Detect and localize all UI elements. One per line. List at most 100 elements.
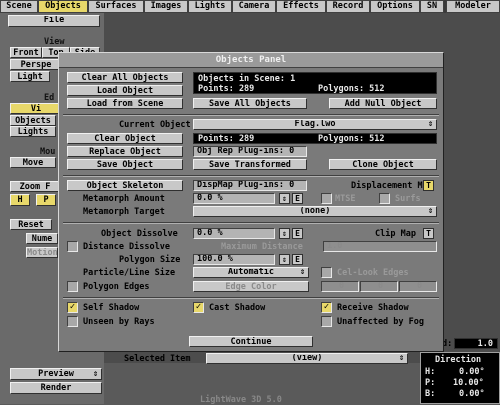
metamorph-envelope-button[interactable]: E (292, 193, 303, 204)
tab-bar: Scene Objects Surfaces Images Lights Cam… (0, 0, 500, 13)
edge-color-b[interactable]: 0 (399, 281, 437, 292)
dropdown-arrow-icon: ⇕ (398, 353, 404, 363)
light-view-button[interactable]: Light (10, 71, 50, 82)
p-toggle[interactable]: P (36, 194, 56, 206)
objects-in-scene: Objects in Scene: 1 (198, 74, 296, 84)
unaffected-by-fog-checkbox[interactable] (321, 316, 332, 327)
save-object-button[interactable]: Save Object (67, 159, 183, 170)
self-shadow-label: Self Shadow (83, 303, 140, 313)
grid-value[interactable]: 1.0 (454, 338, 498, 349)
edge-color-g[interactable]: 0 (360, 281, 398, 292)
tab-camera[interactable]: Camera (232, 0, 276, 13)
tab-options[interactable]: Options (370, 0, 420, 13)
dropdown-arrow-icon: ⇕ (427, 119, 433, 129)
polygon-edges-checkbox[interactable] (67, 281, 78, 292)
distance-dissolve-checkbox[interactable] (67, 241, 78, 252)
object-skeleton-button[interactable]: Object Skeleton (67, 180, 183, 191)
clip-map-texture-button[interactable]: T (423, 228, 434, 239)
cast-shadow-label: Cast Shadow (209, 303, 266, 313)
selected-item-dropdown[interactable]: (view) ⇕ (206, 353, 408, 364)
metamorph-amount-field[interactable]: 0.0 % (193, 193, 275, 204)
motion-button[interactable]: Motion (26, 247, 58, 258)
object-dissolve-field[interactable]: 0.0 % (193, 228, 275, 239)
separator (63, 114, 439, 116)
metamorph-target-value: (none) (299, 206, 331, 216)
clone-object-button[interactable]: Clone Object (329, 159, 437, 170)
mtse-label: MTSE (335, 194, 356, 204)
lights-button[interactable]: Lights (10, 126, 56, 137)
replace-object-button[interactable]: Replace Object (67, 146, 183, 157)
direction-readout: Direction H: 0.00° P: 10.00° B: 0.00° (420, 352, 500, 404)
polygon-size-envelope-button[interactable]: E (292, 254, 303, 265)
load-object-button[interactable]: Load Object (67, 85, 183, 96)
clear-all-objects-button[interactable]: Clear All Objects (67, 72, 183, 83)
metamorph-stepper-icon[interactable]: ⇕ (279, 193, 290, 204)
particle-line-size-label: Particle/Line Size (83, 268, 176, 278)
surfs-checkbox[interactable] (379, 193, 390, 204)
direction-h-value: 0.00° (459, 367, 485, 377)
cel-look-edges-checkbox[interactable] (321, 267, 332, 278)
mouse-label: Mou (40, 147, 56, 157)
continue-button[interactable]: Continue (189, 336, 313, 347)
object-polygons: Polygons: 512 (318, 134, 385, 144)
h-toggle[interactable]: H (10, 194, 30, 206)
unseen-by-rays-checkbox[interactable] (67, 316, 78, 327)
view-label: View (44, 37, 65, 47)
dissolve-envelope-button[interactable]: E (292, 228, 303, 239)
dropdown-arrow-icon: ⇕ (427, 206, 433, 216)
clear-object-button[interactable]: Clear Object (67, 133, 183, 144)
tab-scene[interactable]: Scene (0, 0, 38, 13)
displacement-map-label: Displacement Map (351, 181, 433, 191)
metamorph-target-dropdown[interactable]: (none) ⇕ (193, 206, 437, 217)
reset-button[interactable]: Reset (10, 219, 52, 230)
dispmap-plugins-field[interactable]: DispMap Plug-ins: 0 (193, 180, 307, 191)
move-button[interactable]: Move (10, 157, 56, 168)
edge-color-button[interactable]: Edge Color (193, 281, 309, 292)
self-shadow-checkbox[interactable]: ✓ (67, 302, 78, 313)
receive-shadow-label: Receive Shadow (337, 303, 409, 313)
edit-mode-button[interactable]: Vi (10, 103, 62, 114)
direction-p-value: 10.00° (453, 378, 484, 388)
obj-rep-plugins-field[interactable]: Obj Rep Plug-ins: 0 (193, 146, 307, 157)
tab-record[interactable]: Record (326, 0, 370, 13)
save-all-objects-button[interactable]: Save All Objects (193, 98, 307, 109)
receive-shadow-checkbox[interactable]: ✓ (321, 302, 332, 313)
objects-button[interactable]: Objects (10, 115, 56, 126)
maximum-distance-field[interactable]: 1.0 (323, 241, 437, 252)
object-points: Points: 289 (198, 134, 255, 144)
polygon-size-stepper-icon[interactable]: ⇕ (279, 254, 290, 265)
surfs-label: Surfs (395, 194, 421, 204)
load-from-scene-button[interactable]: Load from Scene (67, 98, 183, 109)
preview-arrow-icon: ⇕ (92, 369, 98, 379)
dissolve-stepper-icon[interactable]: ⇕ (279, 228, 290, 239)
save-transformed-button[interactable]: Save Transformed (193, 159, 307, 170)
perspective-view-button[interactable]: Perspe (10, 59, 62, 70)
tab-effects[interactable]: Effects (276, 0, 326, 13)
render-button[interactable]: Render (10, 382, 102, 394)
particle-line-size-value: Automatic (227, 267, 275, 277)
separator (63, 222, 439, 224)
direction-p-label: P: (425, 378, 436, 388)
edge-color-r[interactable]: 0 (321, 281, 359, 292)
numeric-button[interactable]: Nume (26, 233, 58, 244)
current-object-dropdown[interactable]: Flag.lwo ⇕ (193, 119, 437, 130)
tab-lights[interactable]: Lights (188, 0, 232, 13)
cast-shadow-checkbox[interactable]: ✓ (193, 302, 204, 313)
particle-line-size-dropdown[interactable]: Automatic ⇕ (193, 267, 309, 278)
zoom-factor-button[interactable]: Zoom F (10, 181, 60, 192)
tab-surfaces[interactable]: Surfaces (88, 0, 144, 13)
tab-images[interactable]: Images (144, 0, 188, 13)
tab-modeler[interactable]: Modeler (446, 0, 500, 13)
add-null-object-button[interactable]: Add Null Object (329, 98, 437, 109)
polygon-size-field[interactable]: 100.0 % (193, 254, 275, 265)
polygon-edges-label: Polygon Edges (83, 282, 150, 292)
mtse-checkbox[interactable] (321, 193, 332, 204)
object-stats-box: Points: 289 Polygons: 512 (193, 133, 437, 144)
file-menu[interactable]: File (8, 15, 100, 27)
preview-button[interactable]: Preview ⇕ (10, 368, 102, 380)
displacement-texture-button[interactable]: T (423, 180, 434, 191)
front-view-button[interactable]: Front (10, 47, 42, 58)
tab-sn[interactable]: SN (420, 0, 444, 13)
tab-objects[interactable]: Objects (38, 0, 88, 13)
selected-item-label: Selected Item (124, 354, 191, 364)
